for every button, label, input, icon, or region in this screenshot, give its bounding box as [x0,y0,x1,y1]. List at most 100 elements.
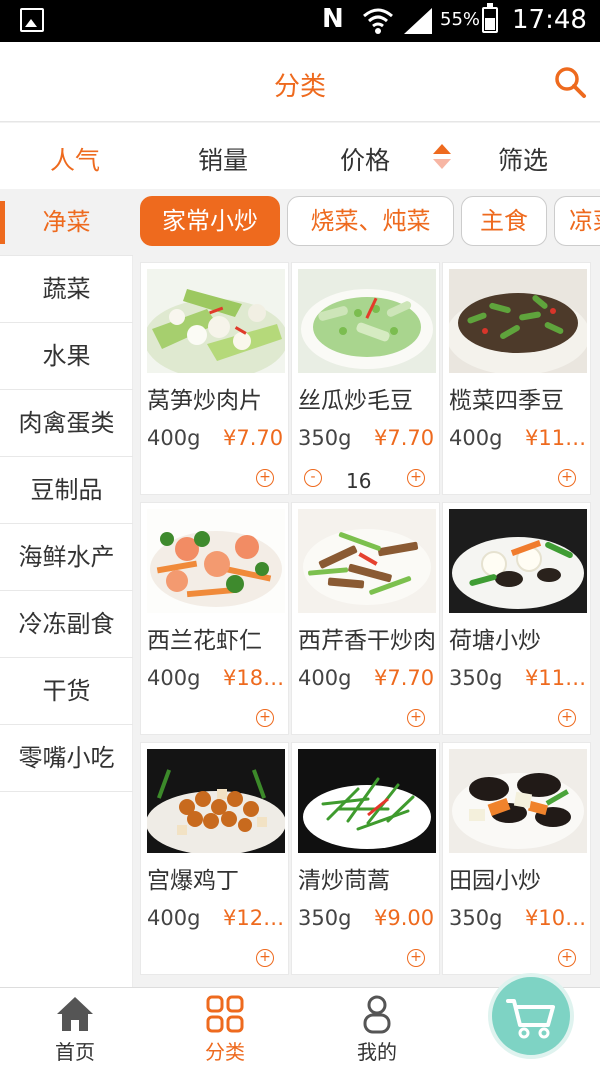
sidebar-item-soy[interactable]: 豆制品 [0,457,133,524]
add-to-cart-button[interactable]: + [256,709,274,727]
clock: 17:48 [512,5,587,35]
battery-icon [482,3,498,33]
product-card[interactable]: 西芹香干炒肉 400g ¥7.70 + [291,502,440,735]
product-card[interactable]: 宫爆鸡丁 400g ¥12.00 + [140,742,289,975]
battery-percent: 55% [440,9,481,30]
add-to-cart-button[interactable]: + [558,469,576,487]
cart-button[interactable] [488,973,574,1059]
sidebar-item-snacks[interactable]: 零嘴小吃 [0,725,133,792]
product-image [147,509,285,613]
nav-label: 首页 [55,1040,95,1064]
product-weight: 400g [147,426,201,450]
active-marker [0,201,5,244]
chip-braised[interactable]: 烧菜、炖菜 [287,196,454,246]
nav-category[interactable]: 分类 [150,988,300,1067]
sidebar-item-label: 豆制品 [30,476,103,504]
product-price: ¥18.00 [223,666,285,690]
product-image [147,749,285,853]
product-price: ¥11.00 [525,426,587,450]
product-name: 西芹香干炒肉 [298,628,436,654]
add-to-cart-button[interactable]: + [256,949,274,967]
nav-profile[interactable]: 我的 [302,988,452,1067]
nav-home[interactable]: 首页 [0,988,150,1067]
add-to-cart-button[interactable]: + [256,469,274,487]
add-to-cart-button[interactable]: + [558,949,576,967]
status-bar: N 55% 17:48 [0,0,600,42]
chip-cold-dishes[interactable]: 凉菜 [554,196,600,246]
sort-tab-filter[interactable]: 筛选 [498,141,548,177]
sidebar-item-label: 海鲜水产 [18,543,115,571]
product-name: 西兰花虾仁 [147,628,262,654]
nfc-icon: N [322,4,344,34]
add-to-cart-button[interactable]: + [407,469,425,487]
product-weight: 400g [147,906,201,930]
cart-icon [506,999,555,1039]
product-weight: 400g [449,426,503,450]
product-card[interactable]: 西兰花虾仁 400g ¥18.00 + [140,502,289,735]
product-image [298,509,436,613]
product-weight: 350g [449,666,503,690]
gallery-notification-icon [20,8,44,32]
product-weight: 350g [298,906,352,930]
sidebar-item-vegetables[interactable]: 蔬菜 [0,256,133,323]
sort-arrows-icon[interactable] [432,144,452,170]
product-weight: 400g [147,666,201,690]
sort-tab-sales[interactable]: 销量 [198,141,248,177]
product-weight: 350g [449,906,503,930]
product-weight: 400g [298,666,352,690]
product-card[interactable]: 清炒茼蒿 350g ¥9.00 + [291,742,440,975]
sidebar-item-meat-eggs[interactable]: 肉禽蛋类 [0,390,133,457]
product-image [449,509,587,613]
product-card[interactable]: 榄菜四季豆 400g ¥11.00 + [442,262,591,495]
wifi-icon [363,8,393,34]
add-to-cart-button[interactable]: + [407,949,425,967]
title-bar: 分类 [0,42,600,122]
cart-quantity: 16 [346,469,372,489]
product-price: ¥7.70 [374,426,435,450]
sidebar-item-frozen[interactable]: 冷冻副食 [0,591,133,658]
sidebar-item-seafood[interactable]: 海鲜水产 [0,524,133,591]
product-name: 莴笋炒肉片 [147,388,262,414]
sidebar-item-jingcai[interactable]: 净菜 [0,189,133,256]
product-card[interactable]: 田园小炒 350g ¥10.00 + [442,742,591,975]
grid-icon [206,995,244,1033]
product-name: 清炒茼蒿 [298,868,390,894]
product-card[interactable]: 丝瓜炒毛豆 350g ¥7.70 - 16 + [291,262,440,495]
person-icon [363,995,391,1034]
chip-home-style[interactable]: 家常小炒 [140,196,280,246]
product-price: ¥10.00 [525,906,587,930]
sidebar-item-label: 肉禽蛋类 [18,409,115,437]
product-card[interactable]: 荷塘小炒 350g ¥11.00 + [442,502,591,735]
sort-tab-popularity[interactable]: 人气 [50,141,100,177]
product-price: ¥11.00 [525,666,587,690]
add-to-cart-button[interactable]: + [407,709,425,727]
sidebar-item-fruit[interactable]: 水果 [0,323,133,390]
product-image [449,269,587,373]
product-image [298,269,436,373]
search-icon[interactable] [552,64,588,100]
nav-label: 分类 [205,1040,245,1064]
add-to-cart-button[interactable]: + [558,709,576,727]
product-image [147,269,285,373]
sidebar-item-dried[interactable]: 干货 [0,658,133,725]
product-image [298,749,436,853]
sidebar-item-label: 净菜 [42,208,91,236]
product-card[interactable]: 莴笋炒肉片 400g ¥7.70 + [140,262,289,495]
product-price: ¥7.70 [223,426,284,450]
sort-tab-price[interactable]: 价格 [340,141,390,177]
product-name: 宫爆鸡丁 [147,868,239,894]
sidebar-item-label: 水果 [42,342,91,370]
sidebar-item-label: 蔬菜 [42,275,91,303]
page-title: 分类 [273,72,326,102]
chip-staple[interactable]: 主食 [461,196,547,246]
sort-bar: 人气 销量 价格 筛选 [0,123,600,189]
product-price: ¥9.00 [374,906,435,930]
sidebar-item-label: 干货 [42,677,91,705]
sidebar-item-label: 零嘴小吃 [18,744,115,772]
home-icon [57,997,93,1031]
product-price: ¥12.00 [223,906,285,930]
product-image [449,749,587,853]
sidebar-item-label: 冷冻副食 [18,610,115,638]
remove-from-cart-button[interactable]: - [304,469,322,487]
product-weight: 350g [298,426,352,450]
